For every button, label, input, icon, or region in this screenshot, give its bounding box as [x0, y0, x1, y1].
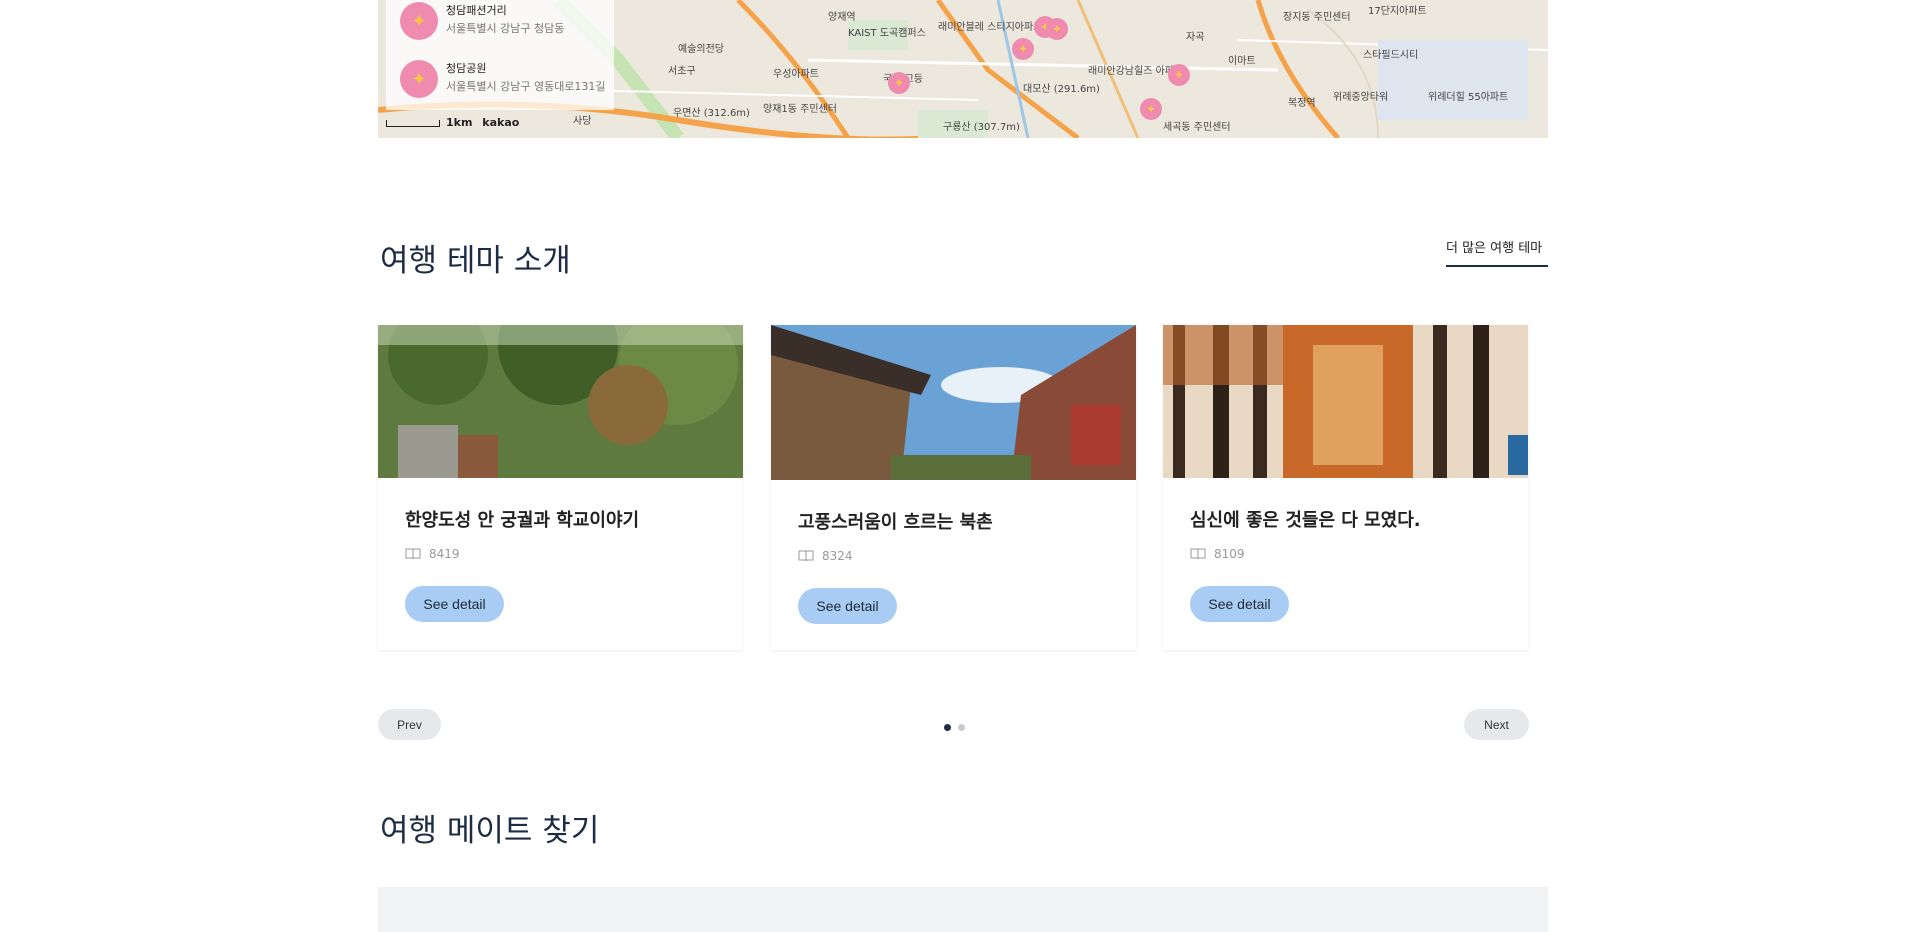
map-marker[interactable]: ✦ — [1140, 98, 1162, 120]
map-label: 래미안블레 스티지아파트 — [938, 22, 1043, 33]
see-detail-button[interactable]: See detail — [798, 588, 897, 624]
book-icon — [1190, 548, 1206, 560]
map-label: 예술의전당 — [678, 44, 724, 55]
butterfly-marker-icon: ✦ — [400, 60, 438, 98]
map-place-address: 서울특별시 강남구 청담동 — [446, 22, 565, 35]
scale-label: 1km — [446, 116, 473, 129]
map-label: 스타필드시티 — [1363, 50, 1419, 61]
map-marker[interactable]: ✦ — [1168, 64, 1190, 86]
map-marker[interactable]: ✦ — [1012, 38, 1034, 60]
map-place-item[interactable]: ✦ 청담패션거리 서울특별시 강남구 청담동 — [400, 2, 610, 46]
prev-button[interactable]: Prev — [378, 709, 441, 740]
theme-card-title: 고풍스러움이 흐르는 북촌 — [798, 512, 993, 533]
mate-section-title: 여행 메이트 찾기 — [380, 813, 600, 849]
next-button[interactable]: Next — [1464, 709, 1529, 740]
forest-image — [378, 325, 743, 478]
theme-card-count: 8109 — [1214, 547, 1245, 561]
autumn-trees-image — [1163, 325, 1528, 478]
map-marker[interactable]: ✦ — [1046, 18, 1068, 40]
theme-section-title: 여행 테마 소개 — [380, 243, 571, 279]
map-label: 위례중앙타워 — [1333, 92, 1389, 103]
map-label: 복정역 — [1288, 98, 1316, 109]
map-label: 서초구 — [668, 66, 696, 77]
theme-card-meta: 8109 — [1190, 547, 1245, 561]
map-label: 위례더힐 55아파트 — [1428, 92, 1509, 103]
hanok-image — [771, 325, 1136, 480]
map-place-list: ✦ 청담패션거리 서울특별시 강남구 청담동 ✦ 청담공원 서울특별시 강남구 … — [386, 0, 614, 110]
book-icon — [405, 548, 421, 560]
map-view[interactable]: 양재역 KAIST 도곡캠퍼스 래미안블레 스티지아파트 예술의전당 서초구 우… — [378, 0, 1548, 138]
theme-card-count: 8419 — [429, 547, 460, 561]
book-icon — [798, 550, 814, 562]
theme-card-count: 8324 — [822, 549, 853, 563]
map-label: 장지동 주민센터 — [1283, 12, 1351, 23]
theme-card[interactable]: 심신에 좋은 것들은 다 모였다. 8109 See detail — [1163, 325, 1528, 650]
theme-card-image — [1163, 325, 1528, 478]
carousel-dot-active[interactable] — [944, 724, 951, 731]
map-label: 세곡동 주민센터 — [1163, 122, 1231, 133]
map-label: 사당 — [573, 116, 592, 127]
map-place-item[interactable]: ✦ 청담공원 서울특별시 강남구 영동대로131길 — [400, 60, 610, 104]
map-label: 자곡 — [1186, 32, 1205, 43]
map-label: 우성아파트 — [773, 69, 819, 80]
map-label: 양재1동 주민센터 — [763, 104, 837, 115]
map-label: 우면산 (312.6m) — [673, 108, 750, 119]
map-provider-logo: kakao — [482, 116, 520, 129]
map-place-address: 서울특별시 강남구 영동대로131길 — [446, 80, 606, 93]
carousel-dot[interactable] — [958, 724, 965, 731]
theme-card[interactable]: 고풍스러움이 흐르는 북촌 8324 See detail — [771, 325, 1136, 650]
theme-card-title: 한양도성 안 궁궐과 학교이야기 — [405, 510, 640, 531]
theme-card-meta: 8324 — [798, 549, 853, 563]
butterfly-marker-icon: ✦ — [400, 2, 438, 40]
map-label: 양재역 — [828, 12, 856, 23]
see-detail-button[interactable]: See detail — [1190, 586, 1289, 622]
see-detail-button[interactable]: See detail — [405, 586, 504, 622]
scale-bar — [386, 119, 440, 127]
map-label: 구룡산 (307.7m) — [943, 122, 1020, 133]
more-themes-link[interactable]: 더 많은 여행 테마 — [1446, 237, 1548, 267]
theme-card-meta: 8419 — [405, 547, 460, 561]
theme-card-image — [378, 325, 743, 478]
map-label: KAIST 도곡캠퍼스 — [848, 28, 926, 39]
map-place-title: 청담공원 — [446, 62, 487, 75]
map-place-title: 청담패션거리 — [446, 4, 507, 17]
map-marker[interactable]: ✦ — [888, 72, 910, 94]
map-label: 17단지아파트 — [1368, 6, 1427, 17]
map-scale: 1km kakao — [386, 116, 519, 129]
map-label: 대모산 (291.6m) — [1023, 84, 1100, 95]
mate-section-container — [378, 887, 1548, 932]
theme-card-image — [771, 325, 1136, 480]
theme-card[interactable]: 한양도성 안 궁궐과 학교이야기 8419 See detail — [378, 325, 743, 650]
map-label: 이마트 — [1228, 56, 1256, 67]
theme-card-title: 심신에 좋은 것들은 다 모였다. — [1190, 510, 1421, 531]
